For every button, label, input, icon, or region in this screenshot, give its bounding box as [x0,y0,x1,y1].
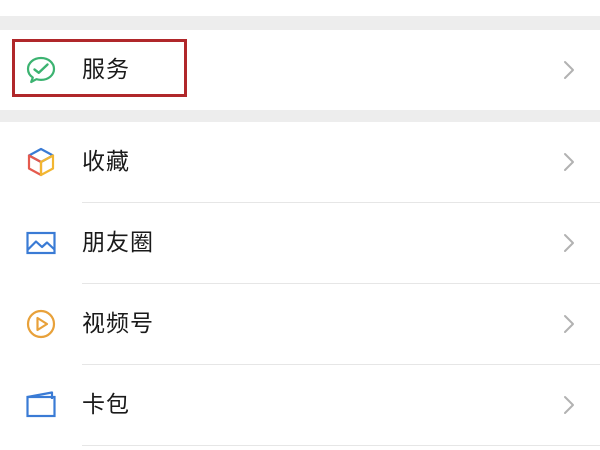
moments-picture-icon [24,226,58,260]
chevron-right-icon [562,313,576,335]
chevron-right-icon [562,232,576,254]
menu-row-service[interactable]: 服务 [0,30,600,110]
menu-row-channels[interactable]: 视频号 [0,284,600,364]
menu-row-favorites[interactable]: 收藏 [0,122,600,202]
menu-row-channels-label: 视频号 [82,311,154,337]
wechat-me-menu: 服务 收藏 朋友圈 视频号 卡包 [0,0,600,450]
menu-row-card-wallet[interactable]: 卡包 [0,365,600,445]
menu-row-favorites-label: 收藏 [82,149,130,175]
menu-row-card-wallet-label: 卡包 [82,392,130,418]
menu-row-moments[interactable]: 朋友圈 [0,203,600,283]
channels-play-icon [24,307,58,341]
section-separator [0,16,600,30]
wechat-pay-check-icon [24,53,58,87]
top-spacer [0,0,600,30]
menu-row-service-label: 服务 [82,57,130,83]
row-divider [82,445,600,446]
menu-row-moments-label: 朋友圈 [82,230,154,256]
chevron-right-icon [562,394,576,416]
favorites-cube-icon [24,145,58,179]
chevron-right-icon [562,59,576,81]
section-separator [0,110,600,122]
card-wallet-icon [24,388,58,422]
chevron-right-icon [562,151,576,173]
